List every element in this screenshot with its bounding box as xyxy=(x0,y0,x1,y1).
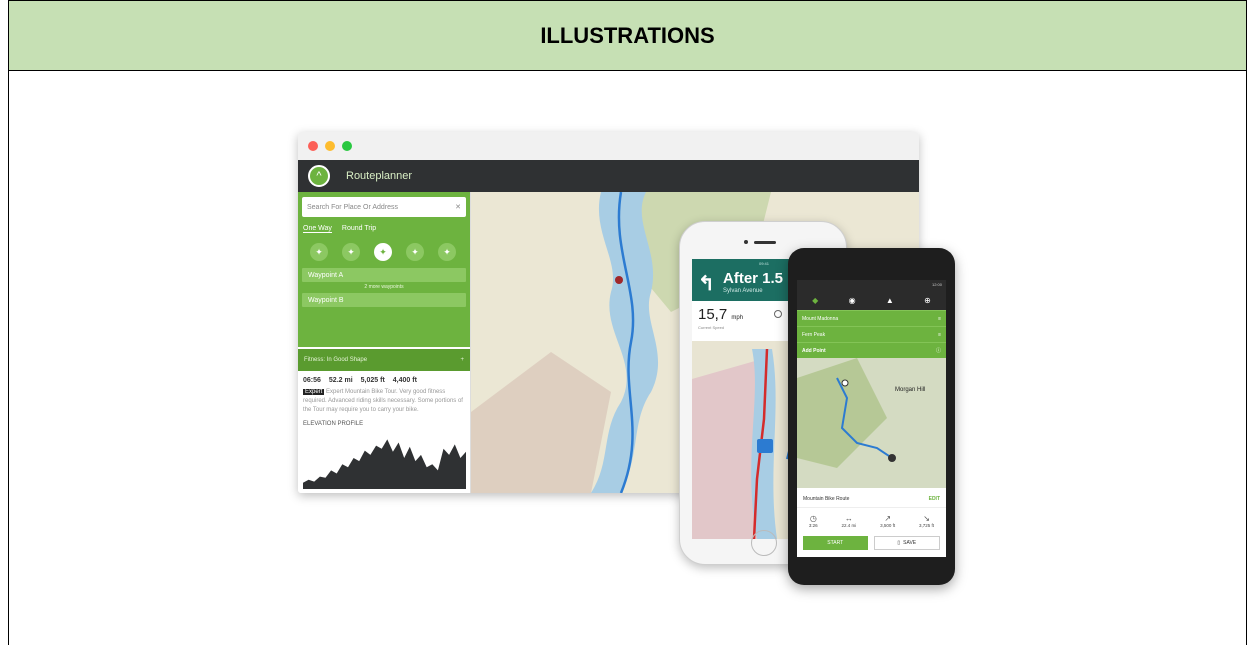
speaker xyxy=(754,241,776,244)
road-bike-icon[interactable]: ✦ xyxy=(406,243,424,261)
app-bar: ^ Routeplanner xyxy=(298,160,919,192)
tab-one-way[interactable]: One Way xyxy=(303,225,332,233)
tour-description: Expert Expert Mountain Bike Tour. Very g… xyxy=(303,389,463,413)
minimize-dot-icon[interactable] xyxy=(325,141,335,151)
edit-button[interactable]: EDIT xyxy=(929,496,940,502)
stat-time: 06:56 xyxy=(303,377,321,384)
difficulty-badge: Expert xyxy=(303,389,325,395)
maximize-dot-icon[interactable] xyxy=(342,141,352,151)
mountain-bike-icon[interactable]: ✦ xyxy=(374,243,392,261)
status-time: 09:41 xyxy=(758,261,769,266)
save-button[interactable]: ▯ SAVE xyxy=(873,536,940,550)
tour-stats: 06:56 52.2 mi 5,025 ft 4,400 ft xyxy=(298,371,470,386)
route-panel: Search For Place Or Address ✕ One Way Ro… xyxy=(298,192,471,493)
start-button[interactable]: START xyxy=(803,536,868,550)
android-waypoint-a[interactable]: Mount Madonna ≡ xyxy=(797,310,946,326)
record-tab-icon[interactable]: ◉ xyxy=(849,296,856,305)
distance-icon: ↔ xyxy=(844,514,853,523)
android-tabs: ◆ ◉ ▲ ⊕ xyxy=(797,290,946,310)
clock-icon xyxy=(774,310,782,318)
speed-value: 15,7 xyxy=(698,306,728,323)
section-header: ILLUSTRATIONS xyxy=(9,1,1246,71)
close-icon[interactable]: ✕ xyxy=(455,203,461,211)
search-input[interactable]: Search For Place Or Address ✕ xyxy=(302,197,466,217)
app-title: Routeplanner xyxy=(346,170,413,182)
globe-tab-icon[interactable]: ⊕ xyxy=(924,296,931,305)
android-waypoint-b[interactable]: Fern Peak ≡ xyxy=(797,326,946,342)
sport-modes: ✦ ✦ ✦ ✦ ✦ xyxy=(302,243,466,261)
window-titlebar xyxy=(298,132,919,160)
elevation-profile-chart xyxy=(303,439,466,489)
plus-icon[interactable]: + xyxy=(460,357,464,363)
fitness-label: Fitness: In Good Shape xyxy=(304,357,368,363)
camera-icon xyxy=(744,240,748,244)
fitness-selector[interactable]: Fitness: In Good Shape + xyxy=(298,349,470,371)
run-icon[interactable]: ✦ xyxy=(438,243,456,261)
descent-icon: ↘ xyxy=(923,514,930,523)
speed-unit: mph xyxy=(731,315,744,321)
bike-icon[interactable]: ✦ xyxy=(342,243,360,261)
waypoint-b[interactable]: Waypoint B xyxy=(302,293,466,307)
android-actions: START ▯ SAVE xyxy=(797,528,946,557)
speed-label: Current Speed xyxy=(698,325,725,330)
camera-button-icon xyxy=(757,439,773,453)
profile-tab-icon[interactable]: ▲ xyxy=(886,296,894,305)
route-header: Mountain Bike Route EDIT xyxy=(797,490,946,508)
android-stats: ◷ 3:26 ↔ 22.4 mi ↗ 3,500 ft ↘ 3,725 ft xyxy=(808,514,935,528)
bookmark-icon: ▯ xyxy=(897,540,901,546)
elevation-label: ELEVATION PROFILE xyxy=(303,421,364,427)
timer-icon: ◷ xyxy=(809,514,817,523)
add-point-button[interactable]: Add Point ⓘ xyxy=(797,342,946,358)
via-text: 2 more waypoints xyxy=(364,284,404,290)
android-screen: 12:00 ◆ ◉ ▲ ⊕ Mount Madonna ≡ Fern Peak ≡ … xyxy=(797,280,946,557)
map-place-label: Morgan Hill xyxy=(895,387,925,393)
stat-descent: 4,400 ft xyxy=(392,377,417,384)
route-name: Mountain Bike Route xyxy=(803,495,850,502)
turn-instruction: After 1.5 xyxy=(723,270,784,287)
turn-left-icon: ↰ xyxy=(698,273,715,295)
logo-icon: ^ xyxy=(308,165,330,187)
trip-tabs: One Way Round Trip xyxy=(302,225,466,233)
android-map[interactable]: Morgan Hill xyxy=(797,358,946,488)
search-placeholder: Search For Place Or Address xyxy=(307,203,399,211)
stat-ascent: 5,025 ft xyxy=(360,377,385,384)
home-button[interactable] xyxy=(751,530,777,556)
waypoint-a[interactable]: Waypoint A xyxy=(302,268,466,282)
section-title: ILLUSTRATIONS xyxy=(540,22,715,48)
tab-round-trip[interactable]: Round Trip xyxy=(342,225,376,233)
ascent-icon: ↗ xyxy=(884,514,892,523)
route-tab-icon[interactable]: ◆ xyxy=(812,296,818,305)
street-name: Sylvan Avenue xyxy=(723,288,763,294)
close-dot-icon[interactable] xyxy=(308,141,318,151)
hike-icon[interactable]: ✦ xyxy=(310,243,328,261)
android-status-bar: 12:00 xyxy=(797,280,946,290)
android-device: 12:00 ◆ ◉ ▲ ⊕ Mount Madonna ≡ Fern Peak ≡ … xyxy=(788,248,955,585)
stat-distance: 52.2 mi xyxy=(328,377,353,384)
